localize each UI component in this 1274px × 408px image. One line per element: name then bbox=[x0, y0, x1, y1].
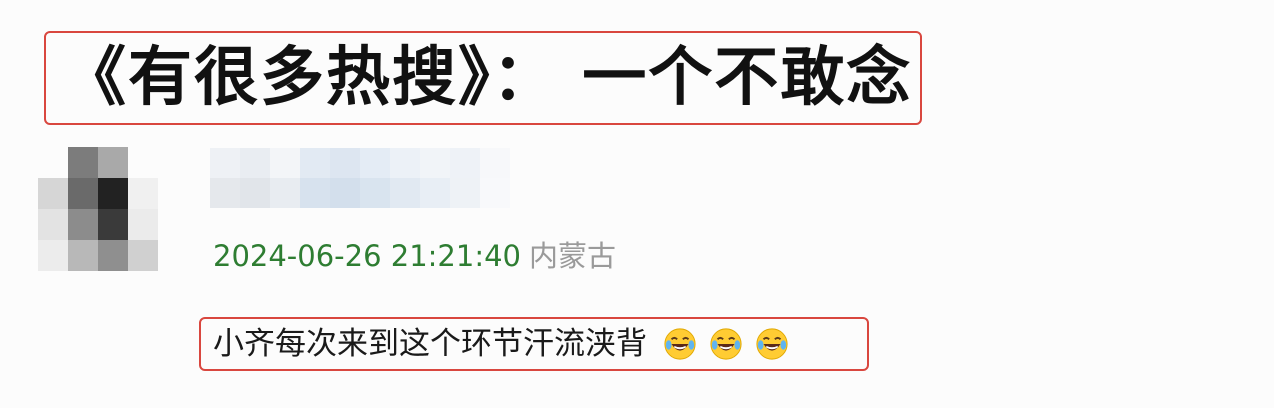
comment-timestamp: 2024-06-26 21:21:40 bbox=[213, 239, 521, 273]
page-title: 《有很多热搜》： 一个不敢念 bbox=[62, 41, 913, 115]
comment-highlight-box: 小齐每次来到这个环节汗流浃背 bbox=[199, 317, 869, 371]
comment-location: 内蒙古 bbox=[529, 239, 617, 273]
comment-text: 小齐每次来到这个环节汗流浃背 bbox=[213, 325, 647, 362]
title-highlight-box: 《有很多热搜》： 一个不敢念 bbox=[44, 31, 922, 125]
tears-of-joy-emoji-icon bbox=[664, 328, 696, 360]
tears-of-joy-emoji-icon bbox=[710, 328, 742, 360]
emoji-row bbox=[651, 327, 789, 361]
screenshot-page: 《有很多热搜》： 一个不敢念 2024-06-26 21:21:40 内蒙古 小齐… bbox=[0, 0, 1274, 408]
username-redacted bbox=[210, 148, 510, 208]
comment-meta: 2024-06-26 21:21:40 内蒙古 bbox=[213, 236, 616, 276]
avatar[interactable] bbox=[38, 147, 158, 272]
tears-of-joy-emoji-icon bbox=[756, 328, 788, 360]
